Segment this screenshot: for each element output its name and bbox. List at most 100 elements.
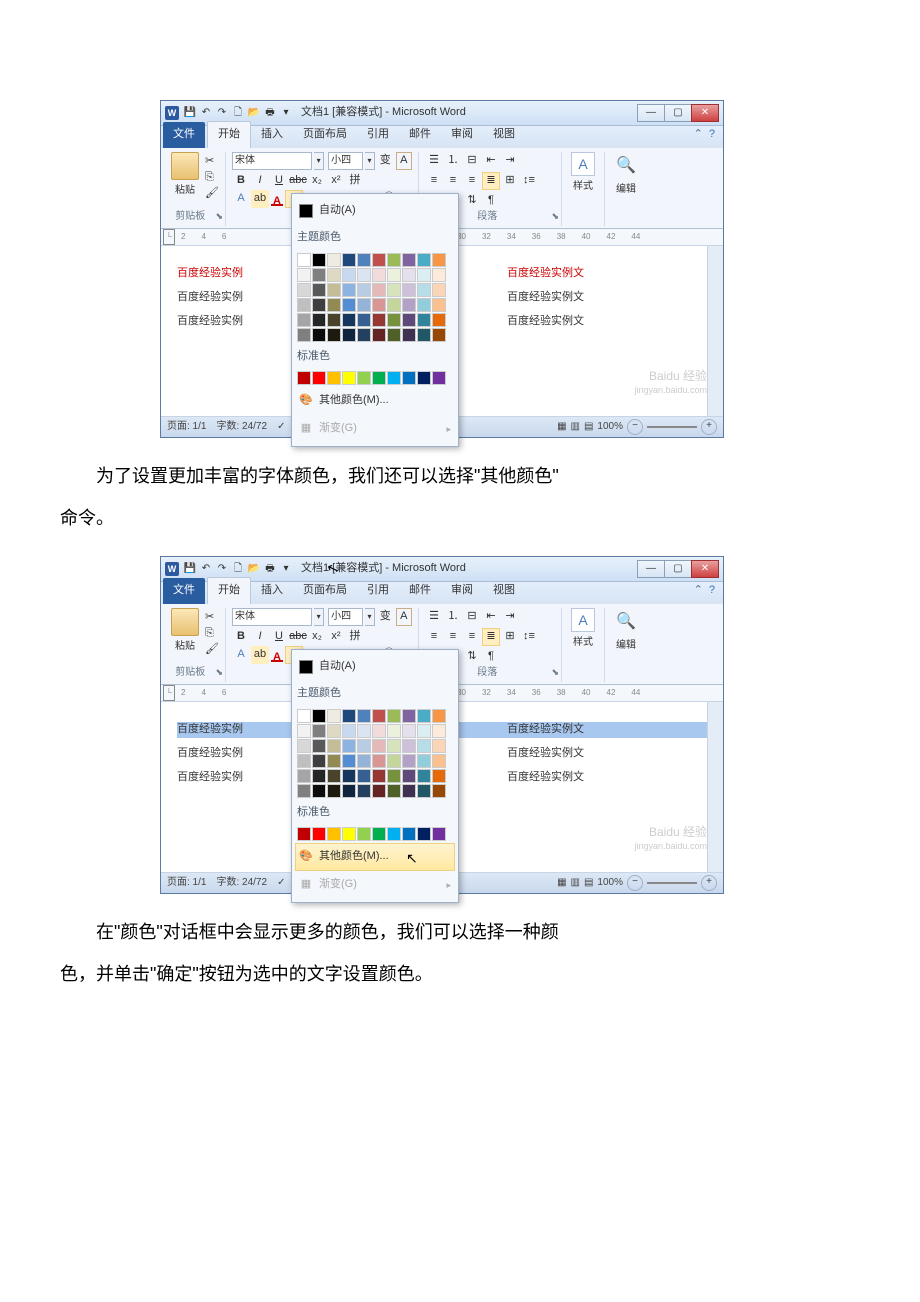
color-swatch[interactable] bbox=[417, 371, 431, 385]
doc-text[interactable]: 百度经验实例文 bbox=[507, 264, 584, 284]
color-swatch[interactable] bbox=[342, 313, 356, 327]
text-effects-icon[interactable]: A bbox=[232, 190, 250, 208]
tab-references[interactable]: 引用 bbox=[357, 578, 399, 604]
doc-text[interactable]: 百度经验实例文 bbox=[507, 312, 584, 332]
superscript-button[interactable]: x² bbox=[327, 628, 345, 646]
paste-button[interactable]: 粘贴 bbox=[167, 608, 203, 668]
color-swatch[interactable] bbox=[357, 754, 371, 768]
color-swatch[interactable] bbox=[357, 298, 371, 312]
color-swatch[interactable] bbox=[432, 253, 446, 267]
color-swatch[interactable] bbox=[327, 724, 341, 738]
align-left-icon[interactable]: ≡ bbox=[425, 628, 443, 646]
tab-mailings[interactable]: 邮件 bbox=[399, 122, 441, 148]
color-swatch[interactable] bbox=[312, 298, 326, 312]
help-icon[interactable]: ? bbox=[709, 125, 715, 145]
color-swatch[interactable] bbox=[417, 283, 431, 297]
color-swatch[interactable] bbox=[432, 268, 446, 282]
highlight-icon[interactable]: ab bbox=[251, 190, 269, 208]
color-swatch[interactable] bbox=[402, 724, 416, 738]
color-swatch[interactable] bbox=[402, 283, 416, 297]
color-swatch[interactable] bbox=[327, 784, 341, 798]
vertical-scrollbar[interactable] bbox=[707, 702, 723, 872]
tab-view[interactable]: 视图 bbox=[483, 578, 525, 604]
font-size-dropdown-icon[interactable]: ▾ bbox=[365, 608, 375, 626]
doc-text[interactable]: 百度经验实例 bbox=[177, 768, 243, 788]
color-swatch[interactable] bbox=[297, 268, 311, 282]
color-swatch[interactable] bbox=[342, 724, 356, 738]
color-swatch[interactable] bbox=[327, 769, 341, 783]
color-swatch[interactable] bbox=[357, 253, 371, 267]
color-swatch[interactable] bbox=[297, 283, 311, 297]
color-swatch[interactable] bbox=[432, 313, 446, 327]
status-page[interactable]: 页面: 1/1 bbox=[167, 874, 206, 892]
font-color-button[interactable]: A bbox=[270, 648, 284, 662]
color-swatch[interactable] bbox=[297, 784, 311, 798]
color-swatch[interactable] bbox=[402, 313, 416, 327]
color-swatch[interactable] bbox=[312, 724, 326, 738]
close-button[interactable]: ✕ bbox=[691, 560, 719, 578]
vertical-scrollbar[interactable] bbox=[707, 246, 723, 416]
font-name-dropdown-icon[interactable]: ▾ bbox=[314, 608, 324, 626]
color-swatch[interactable] bbox=[372, 754, 386, 768]
minimize-button[interactable]: — bbox=[637, 560, 665, 578]
color-swatch[interactable] bbox=[372, 769, 386, 783]
color-swatch[interactable] bbox=[402, 769, 416, 783]
highlight-icon[interactable]: ab bbox=[251, 646, 269, 664]
color-swatch[interactable] bbox=[327, 268, 341, 282]
color-swatch[interactable] bbox=[372, 784, 386, 798]
doc-text[interactable]: 百度经验实例文 bbox=[507, 720, 584, 740]
change-case-icon[interactable]: 变 bbox=[377, 608, 393, 626]
color-swatch[interactable] bbox=[402, 754, 416, 768]
zoom-out-button[interactable]: − bbox=[627, 875, 643, 891]
color-swatch[interactable] bbox=[357, 371, 371, 385]
view-read-icon[interactable]: ▥ bbox=[571, 418, 580, 436]
color-swatch[interactable] bbox=[387, 709, 401, 723]
font-name-selector[interactable]: 宋体 bbox=[232, 608, 312, 626]
print-icon[interactable]: 🖶 bbox=[263, 562, 277, 576]
color-swatch[interactable] bbox=[387, 298, 401, 312]
doc-text[interactable]: 百度经验实例 bbox=[177, 288, 243, 308]
color-swatch[interactable] bbox=[342, 371, 356, 385]
color-swatch[interactable] bbox=[342, 754, 356, 768]
color-swatch[interactable] bbox=[417, 769, 431, 783]
increase-indent-icon[interactable]: ⇥ bbox=[501, 152, 519, 170]
view-print-icon[interactable]: ▦ bbox=[557, 874, 566, 892]
save-icon[interactable]: 💾 bbox=[183, 106, 197, 120]
superscript-button[interactable]: x² bbox=[327, 172, 345, 190]
decrease-indent-icon[interactable]: ⇤ bbox=[482, 152, 500, 170]
color-swatch[interactable] bbox=[297, 371, 311, 385]
color-auto-item[interactable]: 自动(A) bbox=[295, 197, 455, 225]
color-swatch[interactable] bbox=[417, 739, 431, 753]
help-icon[interactable]: ? bbox=[709, 581, 715, 601]
tab-file[interactable]: 文件 bbox=[163, 122, 205, 148]
color-swatch[interactable] bbox=[402, 739, 416, 753]
status-page[interactable]: 页面: 1/1 bbox=[167, 418, 206, 436]
color-swatch[interactable] bbox=[372, 709, 386, 723]
color-swatch[interactable] bbox=[432, 371, 446, 385]
font-size-selector[interactable]: 小四 bbox=[328, 608, 363, 626]
paste-button[interactable]: 粘贴 bbox=[167, 152, 203, 212]
color-swatch[interactable] bbox=[417, 784, 431, 798]
bullets-icon[interactable]: ☰ bbox=[425, 152, 443, 170]
tab-layout[interactable]: 页面布局 bbox=[293, 122, 357, 148]
tab-references[interactable]: 引用 bbox=[357, 122, 399, 148]
color-swatch[interactable] bbox=[312, 313, 326, 327]
cut-icon[interactable]: ✂ bbox=[205, 608, 219, 622]
color-swatch[interactable] bbox=[297, 769, 311, 783]
styles-button[interactable]: 样式 bbox=[568, 152, 598, 196]
tab-view[interactable]: 视图 bbox=[483, 122, 525, 148]
doc-text[interactable]: 百度经验实例 bbox=[177, 744, 243, 764]
font-size-selector[interactable]: 小四 bbox=[328, 152, 363, 170]
color-swatch[interactable] bbox=[297, 298, 311, 312]
color-swatch[interactable] bbox=[372, 371, 386, 385]
distribute-icon[interactable]: ⊞ bbox=[501, 628, 519, 646]
phonetic-guide-icon[interactable]: 拼 bbox=[346, 628, 364, 646]
color-swatch[interactable] bbox=[312, 253, 326, 267]
distribute-icon[interactable]: ⊞ bbox=[501, 172, 519, 190]
color-swatch[interactable] bbox=[432, 769, 446, 783]
color-swatch[interactable] bbox=[387, 739, 401, 753]
doc-text[interactable]: 百度经验实例 bbox=[177, 312, 243, 332]
color-swatch[interactable] bbox=[357, 268, 371, 282]
zoom-in-button[interactable]: + bbox=[701, 419, 717, 435]
color-swatch[interactable] bbox=[327, 298, 341, 312]
